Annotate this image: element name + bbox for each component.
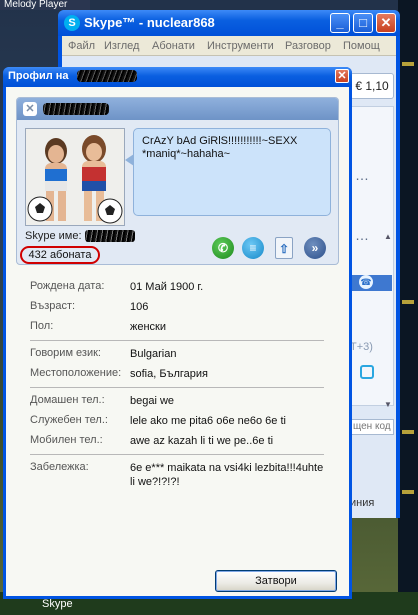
skype-credit[interactable]: € 1,10: [350, 73, 394, 99]
office-phone-value: lele ako me pita6 o6e ne6o 6e ti: [130, 415, 286, 427]
profile-dialog: Профил на ✕ ✕ CrAzY bAd GiRlS!!!!!!!!!!!…: [3, 67, 352, 599]
equalizer-bar: [402, 430, 414, 434]
location-row: Местоположение: sofia, България: [30, 367, 330, 383]
home-phone-value: begai we: [130, 395, 175, 407]
menu-file[interactable]: Файл: [68, 40, 95, 52]
chat-icon[interactable]: [360, 365, 374, 379]
menu-bar: Файл Изглед Абонати Инструменти Разговор…: [62, 36, 396, 56]
profile-card: ✕ CrAzY bAd GiRlS!!!!!!!!!!!~SEXX *maniq…: [16, 97, 339, 265]
partial-phone-text: T+3): [350, 341, 373, 353]
divider: [30, 340, 324, 341]
ellipsis-icon: …: [355, 167, 369, 183]
search-input[interactable]: щен код: [350, 419, 394, 435]
note-row: Забележка: 6e e*** maikata na vsi4ki lez…: [30, 461, 330, 493]
birth-date-label: Рождена дата:: [30, 280, 105, 292]
maximize-button[interactable]: □: [353, 13, 373, 33]
redacted-name: [77, 70, 137, 82]
skype-title-bar[interactable]: S Skype™ - nuclear868 _ □ ✕: [58, 10, 400, 36]
skype-name-label: Skype име:: [25, 230, 82, 242]
office-phone-label: Служебен тел.:: [30, 414, 108, 426]
equalizer-bar: [402, 300, 414, 304]
mobile-phone-row: Мобилен тел.: awe az kazah li ti we pe..…: [30, 434, 330, 450]
menu-help[interactable]: Помощ: [343, 40, 380, 52]
age-label: Възраст:: [30, 300, 76, 312]
call-button[interactable]: ✆: [212, 237, 234, 259]
language-label: Говорим език:: [30, 347, 101, 359]
birth-date-row: Рождена дата: 01 Май 1900 г.: [30, 280, 330, 296]
ellipsis-icon: …: [355, 227, 369, 243]
age-value: 106: [130, 301, 149, 313]
contact-list-panel: … …: [350, 106, 394, 406]
divider: [30, 387, 324, 388]
menu-contacts[interactable]: Абонати: [152, 40, 195, 52]
menu-view[interactable]: Изглед: [104, 40, 139, 52]
avatar: [25, 128, 125, 226]
birth-date-value: 01 Май 1900 г.: [130, 281, 204, 293]
skype-window-title: Skype™ - nuclear868: [84, 15, 215, 30]
redacted-skype-name: [84, 230, 135, 243]
profile-dialog-title: Профил на: [8, 70, 69, 82]
note-value: 6e e*** maikata na vsi4ki lezbita!!!4uht…: [130, 462, 324, 488]
location-value: sofia, България: [130, 368, 208, 380]
gender-value: женски: [130, 321, 167, 333]
profile-dialog-title-bar[interactable]: Профил на ✕: [3, 67, 352, 87]
chat-button[interactable]: ≡: [242, 237, 264, 259]
menu-tools[interactable]: Инструменти: [207, 40, 274, 52]
mobile-phone-label: Мобилен тел.:: [30, 434, 103, 446]
gender-label: Пол:: [30, 320, 54, 332]
home-phone-row: Домашен тел.: begai we: [30, 394, 330, 410]
skype-logo-icon: S: [64, 15, 80, 31]
melody-player-label[interactable]: Melody Player: [0, 0, 90, 10]
skype-name-row: Skype име:: [25, 230, 135, 243]
gender-row: Пол: женски: [30, 320, 330, 336]
scroll-down-arrow-icon[interactable]: ▼: [384, 400, 394, 410]
close-window-button[interactable]: ✕: [376, 13, 396, 33]
subscribers-count: 432 абоната: [20, 246, 100, 264]
home-phone-label: Домашен тел.:: [30, 394, 105, 406]
status-label: иния: [350, 497, 375, 509]
location-label: Местоположение:: [30, 367, 122, 379]
offline-status-icon: ✕: [23, 102, 37, 116]
office-phone-row: Служебен тел.: lele ako me pita6 o6e ne6…: [30, 414, 330, 430]
language-row: Говорим език: Bulgarian: [30, 347, 330, 363]
redacted-display-name: [43, 103, 109, 115]
mood-message: CrAzY bAd GiRlS!!!!!!!!!!!~SEXX *maniq*~…: [133, 128, 331, 216]
divider: [30, 454, 324, 455]
menu-call[interactable]: Разговор: [285, 40, 331, 52]
note-label: Забележка:: [30, 461, 89, 473]
close-dialog-button[interactable]: ✕: [335, 69, 349, 83]
close-button[interactable]: Затвори: [215, 570, 337, 592]
equalizer-bar: [402, 490, 414, 494]
desktop-right-panel: [398, 0, 418, 615]
phone-icon[interactable]: ☎: [359, 275, 373, 289]
send-file-button[interactable]: ⇧: [275, 237, 293, 259]
profile-dialog-body: ✕ CrAzY bAd GiRlS!!!!!!!!!!!~SEXX *maniq…: [6, 87, 349, 596]
language-value: Bulgarian: [130, 348, 177, 360]
profile-card-header: ✕: [17, 98, 338, 120]
minimize-button[interactable]: _: [330, 13, 350, 33]
age-row: Възраст: 106: [30, 300, 330, 316]
taskbar-skype-item[interactable]: Skype: [42, 598, 73, 610]
equalizer-bar: [402, 62, 414, 66]
scroll-up-arrow-icon[interactable]: ▲: [384, 232, 394, 242]
mobile-phone-value: awe az kazah li ti we pe..6e ti: [130, 435, 274, 447]
more-options-button[interactable]: »: [304, 237, 326, 259]
